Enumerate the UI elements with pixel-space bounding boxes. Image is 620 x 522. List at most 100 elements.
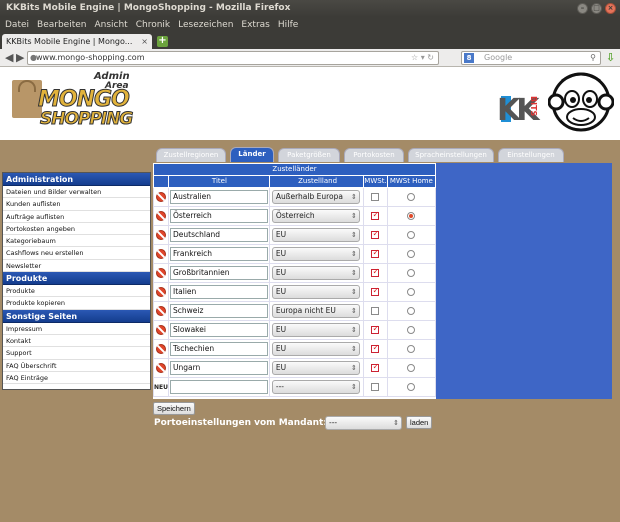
mwst-home-radio[interactable] <box>407 326 416 334</box>
country-title-input[interactable]: Schweiz <box>170 304 268 318</box>
load-button[interactable]: laden <box>406 416 433 429</box>
mwst-checkbox[interactable] <box>371 343 380 353</box>
sidebar-item-cashflows[interactable]: Cashflows neu erstellen <box>3 247 150 260</box>
sidebar-item-impressum[interactable]: Impressum <box>3 322 150 335</box>
back-arrow-icon[interactable]: ◀ <box>5 51 13 64</box>
new-mwst-home-radio[interactable] <box>407 383 416 391</box>
mwst-home-radio[interactable] <box>407 288 416 296</box>
sidebar-item-auftraege[interactable]: Aufträge auflisten <box>3 210 150 223</box>
delete-icon[interactable] <box>156 363 166 373</box>
menu-hilfe[interactable]: Hilfe <box>278 17 298 33</box>
tab-close-icon[interactable]: × <box>141 34 148 49</box>
country-title-input[interactable]: Tschechien <box>170 342 268 356</box>
search-icon[interactable]: ⚲ <box>590 52 596 64</box>
new-mwst-checkbox[interactable] <box>371 383 380 391</box>
delete-icon[interactable] <box>156 287 166 297</box>
zustellland-select[interactable]: EU <box>271 323 360 337</box>
sidebar-item-kunden[interactable]: Kunden auflisten <box>3 198 150 211</box>
country-title-input[interactable]: Frankreich <box>170 247 268 261</box>
sidebar-item-faq-ueberschrift[interactable]: FAQ Überschrift <box>3 359 150 372</box>
sidebar-item-dateien[interactable]: Dateien und Bilder verwalten <box>3 186 150 199</box>
tab-einstellungen[interactable]: Einstellungen <box>498 148 564 162</box>
mwst-home-radio[interactable] <box>407 345 416 353</box>
zustellland-select[interactable]: EU <box>271 285 360 299</box>
bookmark-star-icon[interactable]: ☆ ▾ ↻ <box>411 52 434 64</box>
save-button[interactable]: Speichern <box>153 402 195 415</box>
delete-icon[interactable] <box>156 230 166 240</box>
delete-icon[interactable] <box>156 306 166 316</box>
sidebar-item-portokosten[interactable]: Portokosten angeben <box>3 222 150 236</box>
mwst-checkbox[interactable] <box>371 267 380 277</box>
sidebar-item-kontakt[interactable]: Kontakt <box>3 334 150 348</box>
mwst-home-radio[interactable] <box>407 231 416 239</box>
tab-spracheinstellungen[interactable]: Spracheinstellungen <box>408 148 494 162</box>
zustellland-select[interactable]: Europa nicht EU <box>271 304 360 318</box>
sidebar-item-produkte-kopieren[interactable]: Produkte kopieren <box>3 297 150 310</box>
tab-paketgroessen[interactable]: Paketgrößen <box>278 148 340 162</box>
menu-ansicht[interactable]: Ansicht <box>94 17 127 33</box>
mwst-home-radio[interactable] <box>407 193 416 201</box>
zustellland-select[interactable]: EU <box>271 266 360 280</box>
delete-icon[interactable] <box>156 268 166 278</box>
mwst-checkbox[interactable] <box>371 210 380 220</box>
zustellland-select[interactable]: EU <box>271 247 360 261</box>
country-title-input[interactable]: Ungarn <box>170 361 268 375</box>
menu-datei[interactable]: Datei <box>5 17 29 33</box>
row-title-cell: Slowakei <box>168 320 270 340</box>
mwst-checkbox[interactable] <box>371 362 380 372</box>
sidebar-item-support[interactable]: Support <box>3 347 150 360</box>
menu-chronik[interactable]: Chronik <box>136 17 170 33</box>
country-title-input[interactable]: Italien <box>170 285 268 299</box>
mwst-checkbox[interactable] <box>371 229 380 239</box>
minimize-icon[interactable]: – <box>577 3 588 14</box>
search-engine-icon[interactable]: 8 <box>464 53 474 63</box>
mandant-select[interactable]: --- <box>325 416 402 430</box>
table-row: Australien Außerhalb Europa <box>153 187 437 207</box>
tab-portokosten[interactable]: Portokosten <box>344 148 404 162</box>
mwst-checkbox[interactable] <box>371 193 380 201</box>
mwst-home-radio[interactable] <box>407 364 416 372</box>
delete-icon[interactable] <box>156 344 166 354</box>
zustellland-select[interactable]: EU <box>271 228 360 242</box>
mwst-checkbox[interactable] <box>371 307 380 315</box>
mwst-checkbox[interactable] <box>371 286 380 296</box>
browser-tab[interactable]: KKBits Mobile Engine | Mongo... × <box>2 34 152 49</box>
sidebar-item-produkte[interactable]: Produkte <box>3 285 150 298</box>
country-title-input[interactable]: Österreich <box>170 209 268 223</box>
menu-extras[interactable]: Extras <box>241 17 269 33</box>
download-arrow-icon[interactable]: ⇩ <box>606 51 615 64</box>
mwst-home-radio[interactable] <box>407 250 416 258</box>
delete-icon[interactable] <box>156 249 166 259</box>
mwst-checkbox[interactable] <box>371 324 380 334</box>
sidebar-item-newsletter[interactable]: Newsletter <box>3 259 150 273</box>
mwst-home-radio[interactable] <box>407 269 416 277</box>
delete-icon[interactable] <box>156 211 166 221</box>
delete-icon[interactable] <box>156 325 166 335</box>
zustellland-select[interactable]: Österreich <box>271 209 360 223</box>
forward-arrow-icon[interactable]: ▶ <box>16 51 24 64</box>
maximize-icon[interactable]: □ <box>591 3 602 14</box>
tab-laender[interactable]: Länder <box>230 147 274 162</box>
zustellland-select[interactable]: EU <box>271 361 360 375</box>
tab-zustellregionen[interactable]: Zustellregionen <box>156 148 226 162</box>
search-bar[interactable]: 8 Google ⚲ <box>461 51 601 65</box>
close-icon[interactable]: × <box>605 3 616 14</box>
new-country-title-input[interactable] <box>170 380 268 394</box>
delete-icon[interactable] <box>156 192 166 202</box>
address-bar[interactable]: ● www.mongo-shopping.com ☆ ▾ ↻ <box>27 51 439 65</box>
country-title-input[interactable]: Deutschland <box>170 228 268 242</box>
new-tab-button[interactable]: + <box>157 36 168 47</box>
zustellland-select[interactable]: Außerhalb Europa <box>271 190 360 204</box>
mwst-home-radio[interactable] <box>407 307 416 315</box>
country-title-input[interactable]: Slowakei <box>170 323 268 337</box>
country-title-input[interactable]: Großbritannien <box>170 266 268 280</box>
new-zustellland-select[interactable]: --- <box>271 380 360 394</box>
country-title-input[interactable]: Australien <box>170 190 268 204</box>
menu-bearbeiten[interactable]: Bearbeiten <box>37 17 86 33</box>
sidebar-item-faq-eintraege[interactable]: FAQ Einträge <box>3 371 150 385</box>
mwst-home-radio[interactable] <box>407 212 416 220</box>
sidebar-item-kategoriebaum[interactable]: Kategoriebaum <box>3 235 150 248</box>
zustellland-select[interactable]: EU <box>271 342 360 356</box>
mwst-checkbox[interactable] <box>371 248 380 258</box>
menu-lesezeichen[interactable]: Lesezeichen <box>178 17 233 33</box>
